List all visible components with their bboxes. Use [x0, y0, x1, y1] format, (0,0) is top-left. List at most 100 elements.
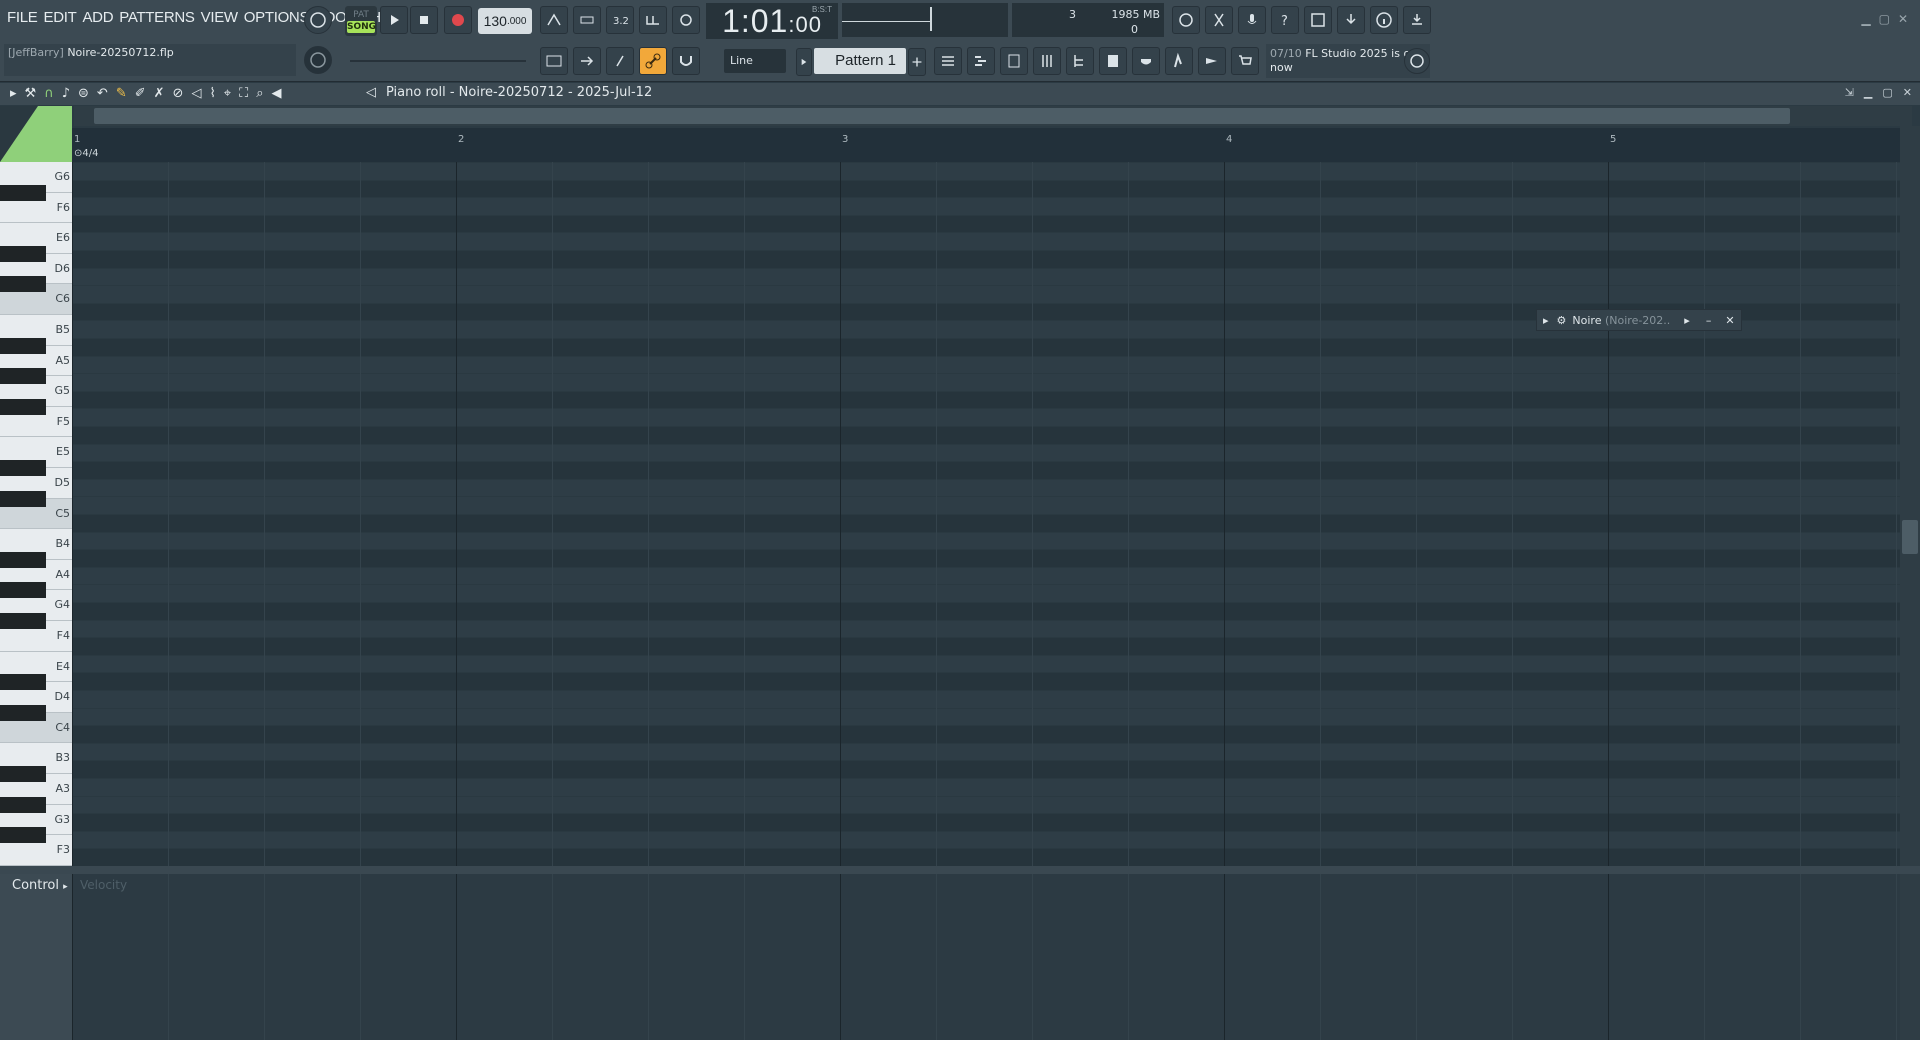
wrench-icon[interactable]: ⚒ — [25, 86, 37, 101]
playback-icon[interactable]: ◀ — [272, 86, 282, 101]
master-pitch-knob[interactable] — [304, 46, 332, 74]
download-button[interactable] — [1403, 6, 1431, 34]
help-button[interactable]: ? — [1271, 6, 1299, 34]
countdown-button[interactable]: 3.2 — [606, 6, 634, 34]
menu-edit[interactable]: EDIT — [40, 9, 79, 26]
undo-history-button[interactable] — [1172, 6, 1200, 34]
slip-icon[interactable]: ⌖ — [224, 86, 231, 101]
menu-arrow-icon[interactable]: ▸ — [10, 86, 17, 101]
link-button[interactable] — [639, 47, 667, 75]
wait-input-button[interactable] — [573, 6, 601, 34]
mixer-button[interactable] — [1033, 47, 1061, 75]
shop-button[interactable] — [1231, 47, 1259, 75]
time-display[interactable]: 1:01:00 B:S:T — [706, 3, 838, 39]
close-icon[interactable]: ✕ — [1898, 12, 1908, 26]
close-icon[interactable]: ✕ — [1903, 86, 1912, 99]
loop-record-button[interactable] — [672, 6, 700, 34]
slice-icon[interactable]: ⌇ — [209, 86, 215, 101]
horizontal-scrollbar[interactable] — [74, 106, 1912, 126]
pattern-selector[interactable]: Pattern 1 — [814, 48, 906, 74]
metronome-button[interactable] — [540, 6, 568, 34]
info-button[interactable] — [1370, 6, 1398, 34]
export-button[interactable] — [1337, 6, 1365, 34]
black-key[interactable] — [0, 276, 46, 293]
touch-controller-button[interactable] — [1165, 47, 1193, 75]
pattern-prev-button[interactable] — [796, 48, 812, 76]
record-button[interactable] — [444, 6, 472, 34]
black-key[interactable] — [0, 460, 46, 476]
vertical-scroll-thumb[interactable] — [1902, 520, 1918, 554]
note-grid[interactable] — [72, 162, 1900, 866]
master-slider[interactable] — [350, 60, 526, 62]
close-icon[interactable]: ✕ — [1725, 314, 1734, 327]
piano-roll-view-button[interactable] — [967, 47, 995, 75]
channel-mini-window[interactable]: ▸ ⚙ Noire (Noire-202.. ▸ – ✕ — [1536, 309, 1742, 331]
gear-icon[interactable]: ⚙ — [1557, 314, 1567, 327]
tempo-tapper-button[interactable] — [1198, 47, 1226, 75]
vertical-scrollbar[interactable] — [1900, 126, 1920, 866]
menu-view[interactable]: VIEW — [198, 9, 241, 26]
erase-icon[interactable]: ⊘ — [173, 86, 184, 101]
black-key[interactable] — [0, 582, 46, 599]
menu-add[interactable]: ADD — [79, 9, 116, 26]
black-key[interactable] — [0, 398, 46, 415]
maximize-icon[interactable]: ▢ — [1879, 12, 1890, 26]
stamp-icon[interactable]: ⊜ — [78, 86, 89, 101]
stop-button[interactable] — [410, 6, 438, 34]
black-key[interactable] — [0, 551, 46, 568]
zoom-icon[interactable]: ⌕ — [256, 86, 263, 101]
mute-tool-icon[interactable]: ◁ — [191, 86, 201, 101]
undo-icon[interactable]: ↶ — [97, 86, 108, 101]
black-key[interactable] — [0, 766, 46, 782]
black-key[interactable] — [0, 796, 46, 813]
event-splitter[interactable] — [0, 866, 1920, 874]
plugin-picker-button[interactable] — [1132, 47, 1160, 75]
play-button[interactable] — [380, 6, 408, 34]
tempo-display[interactable]: 130.000 — [478, 8, 532, 34]
black-key[interactable] — [0, 674, 46, 691]
master-volume-knob[interactable] — [304, 6, 332, 34]
maximize-icon[interactable]: ▢ — [1882, 86, 1892, 99]
event-editor[interactable]: Velocity — [72, 874, 1900, 1040]
magnet-icon[interactable]: ∩ — [44, 86, 54, 101]
minimize-icon[interactable]: – — [1706, 314, 1712, 327]
note-tool-icon[interactable]: ♪ — [62, 86, 70, 101]
snap-magnet-button[interactable] — [672, 47, 700, 75]
black-key[interactable] — [0, 490, 46, 507]
black-key[interactable] — [0, 613, 46, 629]
snap-mode-select[interactable]: Line — [724, 49, 786, 73]
typing-keyboard-button[interactable] — [606, 47, 634, 75]
mic-button[interactable] — [1238, 6, 1266, 34]
time-ruler[interactable]: ⊙4/4 1 2 3 4 5 — [72, 128, 1900, 162]
select-icon[interactable]: ⛶ — [239, 86, 248, 101]
cut-button[interactable] — [1205, 6, 1233, 34]
black-key[interactable] — [0, 368, 46, 385]
black-key[interactable] — [0, 827, 46, 844]
event-scrollbar[interactable] — [1900, 874, 1920, 1040]
save-button[interactable] — [1304, 6, 1332, 34]
black-key[interactable] — [0, 184, 46, 201]
menu-patterns[interactable]: PATTERNS — [116, 9, 197, 26]
black-key[interactable] — [0, 245, 46, 262]
add-pattern-button[interactable] — [908, 48, 926, 76]
step-edit-button[interactable] — [639, 6, 667, 34]
menu-options[interactable]: OPTIONS — [241, 9, 312, 26]
project-picker-button[interactable] — [1099, 47, 1127, 75]
control-panel[interactable]: Control ▸ — [0, 874, 72, 1040]
piano-roll-button[interactable] — [540, 47, 568, 75]
piano-keyboard[interactable]: G6 F6 E6 D6 C6 B5 A5 G5 F5 E5 D5 C5 B4 A4 G4 F4 E4 D4 C4 B3… — [0, 162, 72, 866]
online-button[interactable] — [1404, 48, 1430, 74]
minimize-icon[interactable]: ▁ — [1864, 86, 1872, 99]
minimize-icon[interactable]: ▁ — [1861, 12, 1870, 26]
menu-file[interactable]: FILE — [4, 9, 40, 26]
channel-rack-button[interactable] — [1000, 47, 1028, 75]
browser-button[interactable] — [1066, 47, 1094, 75]
control-arrow-icon[interactable]: ▸ — [63, 882, 68, 892]
black-key[interactable] — [0, 337, 46, 354]
black-key[interactable] — [0, 704, 46, 721]
play-small-icon[interactable]: ▸ — [1684, 314, 1690, 327]
playlist-button[interactable] — [934, 47, 962, 75]
pat-song-toggle[interactable]: PAT SONG — [345, 6, 377, 36]
delete-tool-icon[interactable]: ✗ — [154, 86, 165, 101]
arrow-button[interactable] — [573, 47, 601, 75]
